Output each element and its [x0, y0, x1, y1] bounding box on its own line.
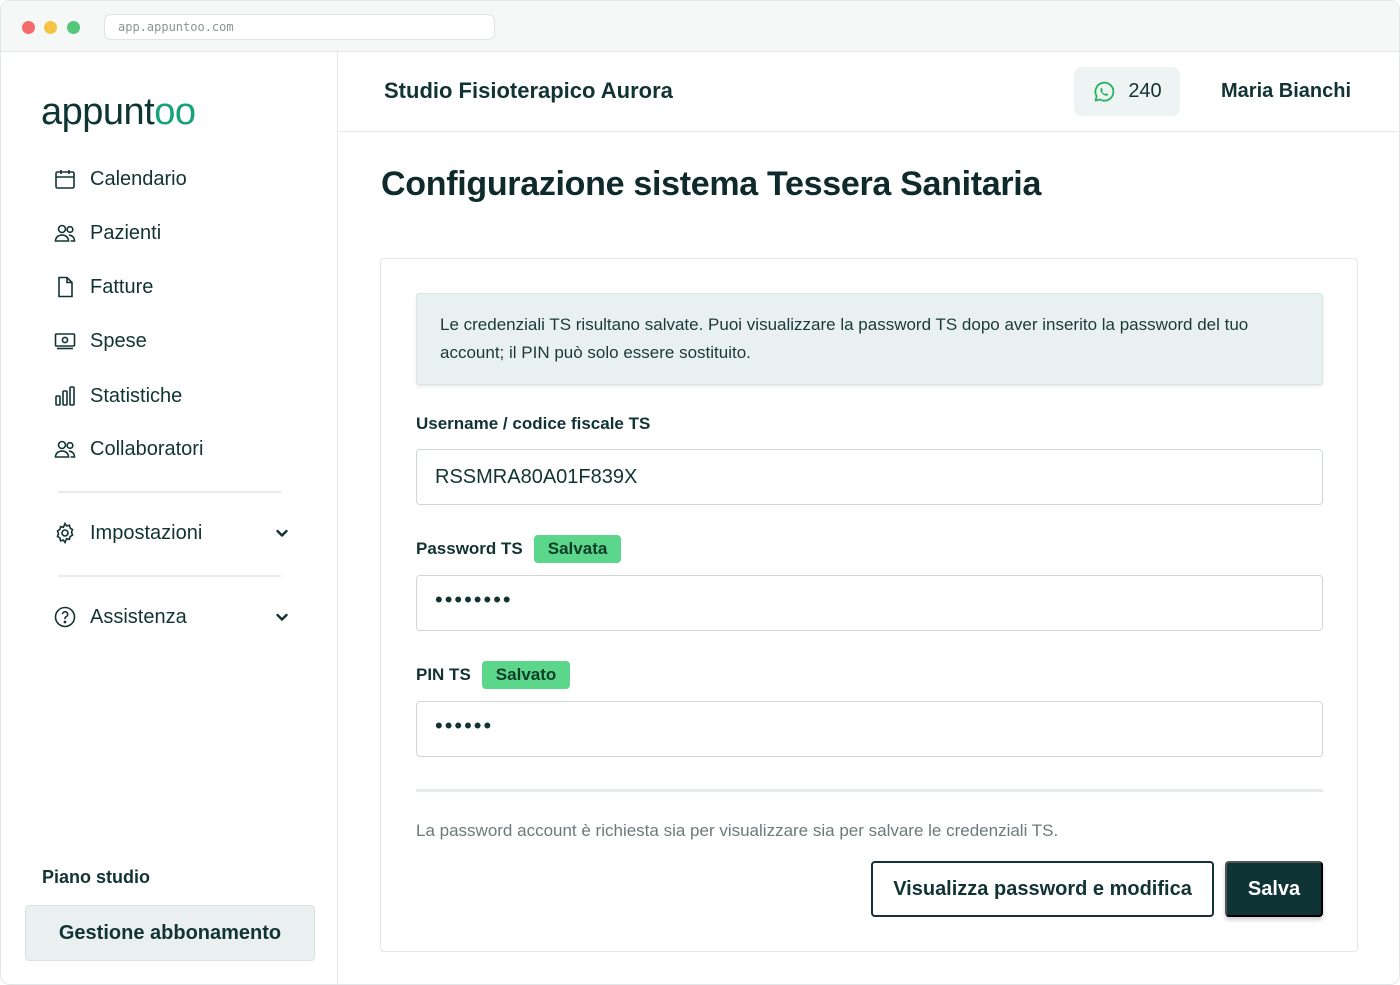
- page-title: Configurazione sistema Tessera Sanitaria: [381, 165, 1042, 203]
- sidebar-divider: [58, 491, 281, 493]
- sidebar-item-spese[interactable]: Spese: [53, 326, 303, 356]
- pin-label-text: PIN TS: [416, 665, 471, 684]
- password-field[interactable]: ••••••••: [416, 575, 1323, 631]
- appuntoo-logo[interactable]: appuntoo: [41, 90, 196, 134]
- sidebar-item-statistiche[interactable]: Statistiche: [53, 381, 303, 411]
- users-icon: [53, 221, 77, 245]
- save-button[interactable]: Salva: [1225, 861, 1323, 917]
- sidebar-item-calendario[interactable]: Calendario: [53, 164, 303, 194]
- username-label: Username / codice fiscale TS: [416, 414, 650, 434]
- bar-chart-icon: [53, 384, 77, 408]
- info-alert: Le credenziali TS risultano salvate. Puo…: [416, 293, 1323, 385]
- sidebar-item-label: Spese: [90, 329, 147, 352]
- chevron-down-icon[interactable]: [273, 608, 291, 626]
- whatsapp-icon: [1094, 81, 1115, 102]
- pin-field[interactable]: ••••••: [416, 701, 1323, 757]
- help-circle-icon: [53, 605, 77, 629]
- status-badge: Salvata: [533, 535, 622, 563]
- sidebar-item-label: Assistenza: [90, 605, 187, 628]
- plan-label: Piano studio: [42, 867, 150, 887]
- manage-subscription-button[interactable]: Gestione abbonamento: [25, 905, 315, 961]
- user-menu[interactable]: Maria Bianchi: [1221, 80, 1351, 103]
- sidebar-item-label: Pazienti: [90, 221, 162, 244]
- username-field[interactable]: RSSMRA80A01F839X: [416, 449, 1323, 505]
- users-icon: [53, 437, 77, 461]
- whatsapp-credits-pill[interactable]: 240: [1074, 67, 1180, 116]
- studio-name: Studio Fisioterapico Aurora: [384, 78, 673, 103]
- username-label-text: Username / codice fiscale TS: [416, 414, 651, 433]
- password-label-text: Password TS: [416, 539, 523, 558]
- browser-chrome: app.appuntoo.com: [1, 1, 1399, 52]
- form-divider: [416, 789, 1323, 792]
- whatsapp-count: 240: [1128, 80, 1162, 102]
- sidebar-item-collaboratori[interactable]: Collaboratori: [53, 434, 303, 464]
- sidebar-item-impostazioni[interactable]: Impostazioni: [53, 518, 303, 548]
- maximize-window-dot[interactable]: [67, 21, 80, 34]
- calendar-icon: [53, 167, 77, 191]
- logo-text: appunt: [41, 91, 155, 133]
- sidebar-item-assistenza[interactable]: Assistenza: [53, 602, 303, 632]
- sidebar-item-fatture[interactable]: Fatture: [53, 272, 303, 302]
- sidebar-item-pazienti[interactable]: Pazienti: [53, 218, 303, 248]
- ts-config-card: Le credenziali TS risultano salvate. Puo…: [380, 258, 1358, 952]
- view-password-button[interactable]: Visualizza password e modifica: [871, 861, 1214, 917]
- money-icon: [53, 329, 77, 353]
- chevron-down-icon[interactable]: [273, 524, 291, 542]
- gear-icon: [53, 521, 77, 545]
- logo-accent: oo: [154, 91, 196, 133]
- password-label: Password TS Salvata: [416, 535, 622, 563]
- sidebar-item-label: Collaboratori: [90, 437, 204, 460]
- sidebar-item-label: Impostazioni: [90, 521, 203, 544]
- sidebar: appuntoo Calendario Pazienti Fatture Spe…: [1, 52, 338, 984]
- account-password-hint: La password account è richiesta sia per …: [416, 821, 1059, 840]
- address-bar[interactable]: app.appuntoo.com: [104, 14, 495, 40]
- file-icon: [53, 275, 77, 299]
- minimize-window-dot[interactable]: [44, 21, 57, 34]
- sidebar-item-label: Statistiche: [90, 384, 183, 407]
- close-window-dot[interactable]: [22, 21, 35, 34]
- top-bar: Studio Fisioterapico Aurora 240 Maria Bi…: [339, 52, 1399, 132]
- sidebar-item-label: Calendario: [90, 167, 187, 190]
- status-badge: Salvato: [481, 661, 571, 689]
- pin-label: PIN TS Salvato: [416, 661, 571, 689]
- sidebar-divider: [58, 575, 281, 577]
- sidebar-item-label: Fatture: [90, 275, 154, 298]
- app-window: app.appuntoo.com appuntoo Calendario Paz…: [0, 0, 1400, 985]
